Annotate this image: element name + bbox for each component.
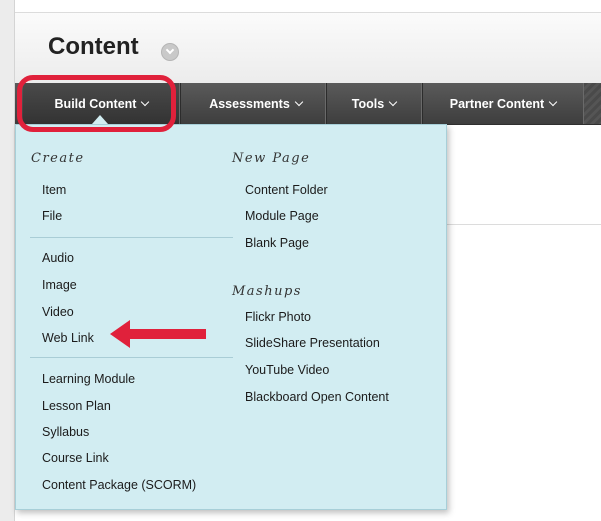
menu-heading-new-page: New Page — [232, 151, 311, 166]
menu-item-video[interactable]: Video — [42, 305, 74, 319]
menu-item-file[interactable]: File — [42, 209, 62, 223]
menu-item-content-package[interactable]: Content Package (SCORM) — [42, 478, 196, 492]
menu-item-slideshare[interactable]: SlideShare Presentation — [245, 336, 380, 350]
menu-heading-mashups: Mashups — [232, 284, 302, 299]
menu-item-syllabus[interactable]: Syllabus — [42, 425, 89, 439]
menu-item-item[interactable]: Item — [42, 183, 66, 197]
menu-item-lesson-plan[interactable]: Lesson Plan — [42, 399, 111, 413]
assessments-button[interactable]: Assessments — [185, 83, 327, 124]
tools-button[interactable]: Tools — [326, 83, 423, 124]
menu-item-youtube-video[interactable]: YouTube Video — [245, 363, 329, 377]
menu-item-learning-module[interactable]: Learning Module — [42, 372, 135, 386]
chevron-down-icon — [548, 97, 558, 107]
menu-heading-create: Create — [31, 151, 85, 166]
menu-item-content-folder[interactable]: Content Folder — [245, 183, 328, 197]
menu-item-blackboard-open-content[interactable]: Blackboard Open Content — [245, 390, 389, 404]
menu-item-course-link[interactable]: Course Link — [42, 451, 109, 465]
content-divider — [447, 224, 601, 225]
partner-content-button[interactable]: Partner Content — [422, 83, 585, 124]
highlight-ring — [17, 75, 176, 132]
menu-item-audio[interactable]: Audio — [42, 251, 74, 265]
menu-divider — [30, 237, 233, 238]
menu-item-web-link[interactable]: Web Link — [42, 331, 94, 345]
menu-item-image[interactable]: Image — [42, 278, 77, 292]
tools-label: Tools — [351, 96, 385, 111]
page-title: Content — [48, 33, 139, 60]
menu-item-blank-page[interactable]: Blank Page — [245, 236, 309, 250]
menu-divider — [30, 357, 233, 358]
partner-content-label: Partner Content — [449, 96, 545, 111]
chevron-down-icon — [294, 97, 304, 107]
page-header: Content — [15, 12, 601, 84]
arrow-left-icon — [110, 320, 206, 348]
chevron-down-circle-icon[interactable] — [161, 43, 179, 61]
build-content-menu: Create Item File Audio Image Video Web L… — [15, 124, 447, 510]
chevron-down-icon — [388, 97, 398, 107]
toolbar-filler — [584, 83, 601, 124]
assessments-label: Assessments — [209, 96, 290, 111]
left-edge-strip — [0, 0, 15, 521]
menu-item-module-page[interactable]: Module Page — [245, 209, 319, 223]
menu-item-flickr-photo[interactable]: Flickr Photo — [245, 310, 311, 324]
